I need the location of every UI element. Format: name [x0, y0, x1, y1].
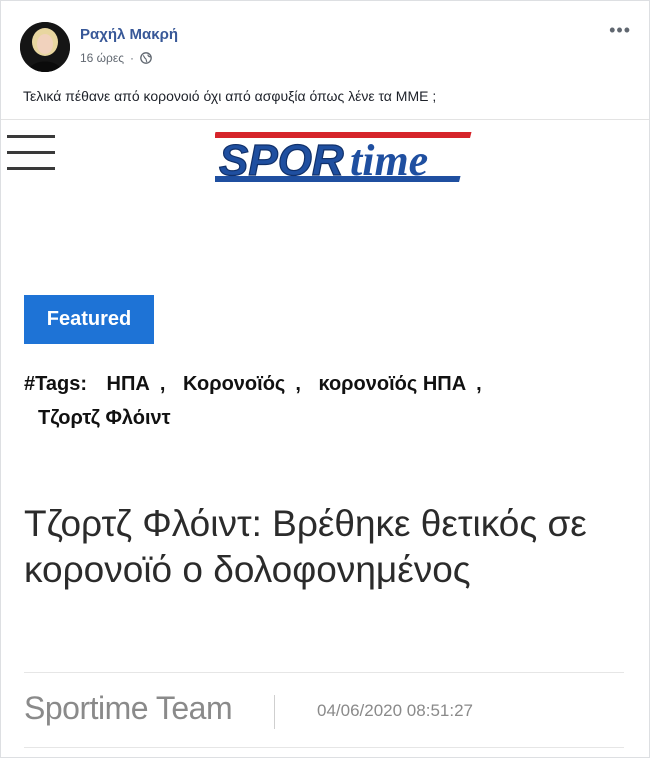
more-options-button[interactable]: ••• [609, 21, 631, 39]
shared-screenshot[interactable]: SPOR time Featured #Tags: ΗΠΑ, Κορονοϊός… [1, 119, 649, 757]
globe-icon[interactable] [140, 52, 152, 64]
post-time[interactable]: 16 ώρες [80, 51, 124, 65]
article-date: 04/06/2020 08:51:27 [317, 701, 473, 720]
svg-text:time: time [350, 136, 428, 185]
facebook-post: Ραχήλ Μακρή 16 ώρες · ••• Τελικά πέθανε … [0, 0, 650, 758]
tag-separator: , [159, 373, 166, 395]
divider [24, 747, 624, 748]
post-meta: 16 ώρες · [80, 51, 152, 65]
article-author[interactable]: Sportime Team [24, 690, 233, 727]
menu-icon [7, 135, 55, 171]
tag-link[interactable]: ΗΠΑ [107, 373, 150, 395]
tags-list: #Tags: ΗΠΑ, Κορονοϊός, κορονοϊός ΗΠΑ, Τζ… [24, 367, 614, 435]
author-name[interactable]: Ραχήλ Μακρή [80, 26, 178, 43]
tag-link[interactable]: κορονοϊός ΗΠΑ [318, 373, 466, 395]
tags-label: #Tags: [24, 373, 87, 395]
svg-text:SPOR: SPOR [219, 136, 344, 185]
divider [274, 695, 275, 729]
article-headline[interactable]: Τζορτζ Φλόιντ: Βρέθηκε θετικός σε κορονο… [24, 501, 624, 593]
tag-link[interactable]: Κορονοϊός [183, 373, 285, 395]
tag-separator: , [295, 373, 301, 395]
avatar[interactable] [20, 22, 70, 72]
divider [24, 672, 624, 673]
featured-badge[interactable]: Featured [24, 295, 154, 344]
post-text: Τελικά πέθανε από κορονοιό όχι από ασφυξ… [23, 88, 437, 104]
meta-separator: · [130, 51, 135, 65]
tag-separator: , [476, 373, 482, 395]
tag-link[interactable]: Τζορτζ Φλόιντ [38, 407, 171, 429]
sportime-logo: SPOR time [215, 132, 472, 186]
